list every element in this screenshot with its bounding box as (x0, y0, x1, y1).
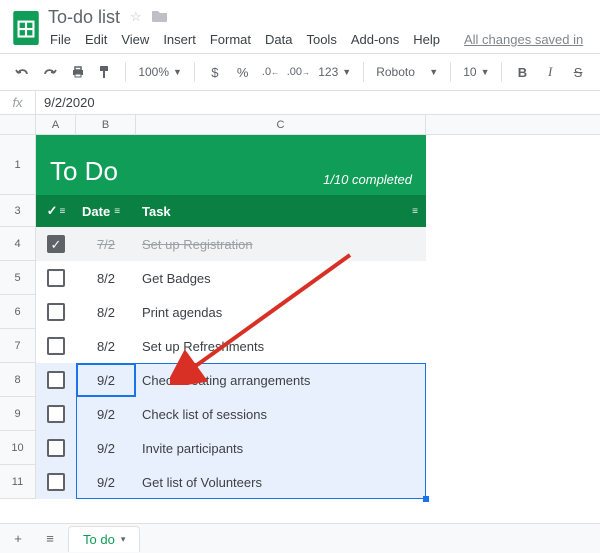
all-sheets-button[interactable]: ≡ (36, 525, 64, 553)
task-text[interactable]: Get Badges (136, 271, 426, 286)
task-date[interactable]: 9/2 (76, 407, 136, 422)
paint-format-button[interactable] (93, 60, 117, 84)
row-number[interactable]: 7 (0, 329, 36, 363)
todo-header: To Do 1/10 completed (36, 135, 426, 195)
task-checkbox[interactable] (47, 235, 65, 253)
task-date[interactable]: 8/2 (76, 305, 136, 320)
menu-tools[interactable]: Tools (306, 32, 336, 47)
folder-icon[interactable] (152, 9, 168, 26)
sheets-logo[interactable] (8, 6, 44, 50)
menu-data[interactable]: Data (265, 32, 292, 47)
row-number[interactable]: 5 (0, 261, 36, 295)
date-column-header: Date (82, 204, 110, 219)
menu-help[interactable]: Help (413, 32, 440, 47)
row-number[interactable]: 11 (0, 465, 36, 499)
filter-icon[interactable]: ≡ (114, 206, 120, 217)
task-checkbox[interactable] (47, 303, 65, 321)
decrease-decimal-button[interactable]: .0← (259, 60, 283, 84)
task-row[interactable]: 9/2Check list of sessions (36, 397, 426, 431)
task-text[interactable]: Check Seating arrangements (136, 373, 426, 388)
column-header-b[interactable]: B (76, 115, 136, 134)
row-number[interactable]: 3 (0, 195, 36, 227)
sheet-tab-label: To do (83, 532, 115, 547)
menu-bar: File Edit View Insert Format Data Tools … (48, 28, 592, 53)
formula-bar: fx 9/2/2020 (0, 91, 600, 115)
row-number[interactable]: 9 (0, 397, 36, 431)
add-sheet-button[interactable]: + (4, 525, 32, 553)
task-checkbox[interactable] (47, 405, 65, 423)
task-row[interactable]: 9/2Invite participants (36, 431, 426, 465)
select-all-corner[interactable] (0, 115, 36, 134)
selection-handle[interactable] (423, 496, 429, 502)
filter-icon[interactable]: ≡ (60, 206, 66, 217)
task-checkbox[interactable] (47, 439, 65, 457)
toolbar: 100%▼ $ % .0← .00→ 123▼ Roboto▼ 10▼ B I … (0, 53, 600, 91)
task-date[interactable]: 9/2 (76, 441, 136, 456)
undo-button[interactable] (10, 60, 34, 84)
task-checkbox[interactable] (47, 269, 65, 287)
font-size-select[interactable]: 10▼ (459, 65, 493, 79)
todo-column-headers: ✓≡ Date≡ Task≡ (36, 195, 426, 227)
star-icon[interactable]: ☆ (130, 9, 142, 25)
strikethrough-button[interactable]: S (566, 60, 590, 84)
task-checkbox[interactable] (47, 371, 65, 389)
check-column-icon: ✓ (47, 203, 58, 219)
number-format-select[interactable]: 123▼ (314, 65, 355, 79)
todo-title: To Do (50, 156, 118, 187)
row-number[interactable]: 6 (0, 295, 36, 329)
task-checkbox[interactable] (47, 337, 65, 355)
row-number[interactable]: 1 (0, 135, 36, 195)
filter-icon[interactable]: ≡ (412, 206, 418, 217)
task-row[interactable]: 9/2Check Seating arrangements (36, 363, 426, 397)
task-row[interactable]: 8/2Set up Refreshments (36, 329, 426, 363)
redo-button[interactable] (38, 60, 62, 84)
zoom-select[interactable]: 100%▼ (134, 65, 186, 79)
task-row[interactable]: 8/2Print agendas (36, 295, 426, 329)
menu-format[interactable]: Format (210, 32, 251, 47)
menu-file[interactable]: File (50, 32, 71, 47)
task-date[interactable]: 8/2 (76, 339, 136, 354)
task-text[interactable]: Invite participants (136, 441, 426, 456)
menu-insert[interactable]: Insert (163, 32, 196, 47)
fx-label: fx (0, 91, 36, 114)
task-date[interactable]: 8/2 (76, 271, 136, 286)
menu-view[interactable]: View (121, 32, 149, 47)
task-text[interactable]: Get list of Volunteers (136, 475, 426, 490)
save-status[interactable]: All changes saved in (464, 32, 583, 47)
sheet-tab-menu-icon[interactable]: ▾ (121, 534, 126, 545)
formula-value[interactable]: 9/2/2020 (36, 95, 95, 110)
menu-addons[interactable]: Add-ons (351, 32, 399, 47)
italic-button[interactable]: I (538, 60, 562, 84)
document-title[interactable]: To-do list (48, 7, 120, 28)
task-text[interactable]: Set up Refreshments (136, 339, 426, 354)
task-text[interactable]: Print agendas (136, 305, 426, 320)
row-number[interactable]: 4 (0, 227, 36, 261)
menu-edit[interactable]: Edit (85, 32, 107, 47)
bold-button[interactable]: B (510, 60, 534, 84)
task-checkbox[interactable] (47, 473, 65, 491)
task-row[interactable]: 8/2Get Badges (36, 261, 426, 295)
sheet-tab[interactable]: To do ▾ (68, 526, 140, 552)
column-header-a[interactable]: A (36, 115, 76, 134)
task-date[interactable]: 7/2 (76, 237, 136, 252)
task-date[interactable]: 9/2 (76, 475, 136, 490)
todo-completed-count: 1/10 completed (323, 172, 412, 187)
column-header-c[interactable]: C (136, 115, 426, 134)
row-number[interactable]: 10 (0, 431, 36, 465)
increase-decimal-button[interactable]: .00→ (286, 60, 310, 84)
format-percent-button[interactable]: % (231, 60, 255, 84)
task-row[interactable]: 9/2Get list of Volunteers (36, 465, 426, 499)
sheet-tab-bar: + ≡ To do ▾ (0, 523, 600, 553)
print-button[interactable] (66, 60, 90, 84)
task-text[interactable]: Set up Registration (136, 237, 426, 252)
font-select[interactable]: Roboto▼ (372, 65, 442, 79)
task-text[interactable]: Check list of sessions (136, 407, 426, 422)
task-column-header: Task (142, 204, 171, 219)
row-number[interactable]: 8 (0, 363, 36, 397)
format-currency-button[interactable]: $ (203, 60, 227, 84)
task-row[interactable]: 7/2Set up Registration (36, 227, 426, 261)
task-date[interactable]: 9/2 (76, 373, 136, 388)
